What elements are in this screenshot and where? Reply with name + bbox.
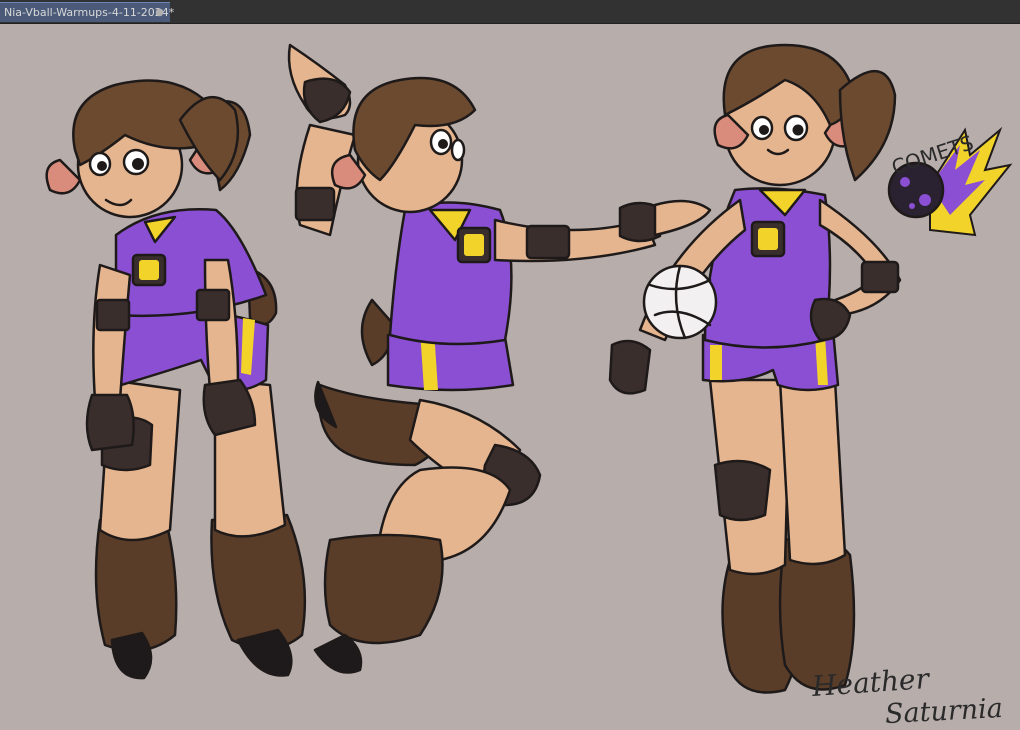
document-tab[interactable]: Nia-Vball-Warmups-4-11-2024* ● — [0, 2, 174, 22]
drawing-canvas[interactable]: .ol{stroke:#1f1a1a;stroke-width:2.5;stro… — [0, 24, 1020, 730]
team-logo: COMETS — [887, 126, 1013, 237]
artist-signature-line2: Saturnia — [884, 692, 1004, 730]
close-tab-icon[interactable]: ● — [155, 7, 164, 18]
character-pose-standing — [608, 43, 902, 694]
document-tab-bar: Nia-Vball-Warmups-4-11-2024* ● — [0, 0, 1020, 24]
document-tab-title: Nia-Vball-Warmups-4-11-2024* — [4, 6, 175, 19]
artwork-illustration: .ol{stroke:#1f1a1a;stroke-width:2.5;stro… — [45, 43, 1013, 694]
character-pose-crouching — [45, 79, 307, 680]
